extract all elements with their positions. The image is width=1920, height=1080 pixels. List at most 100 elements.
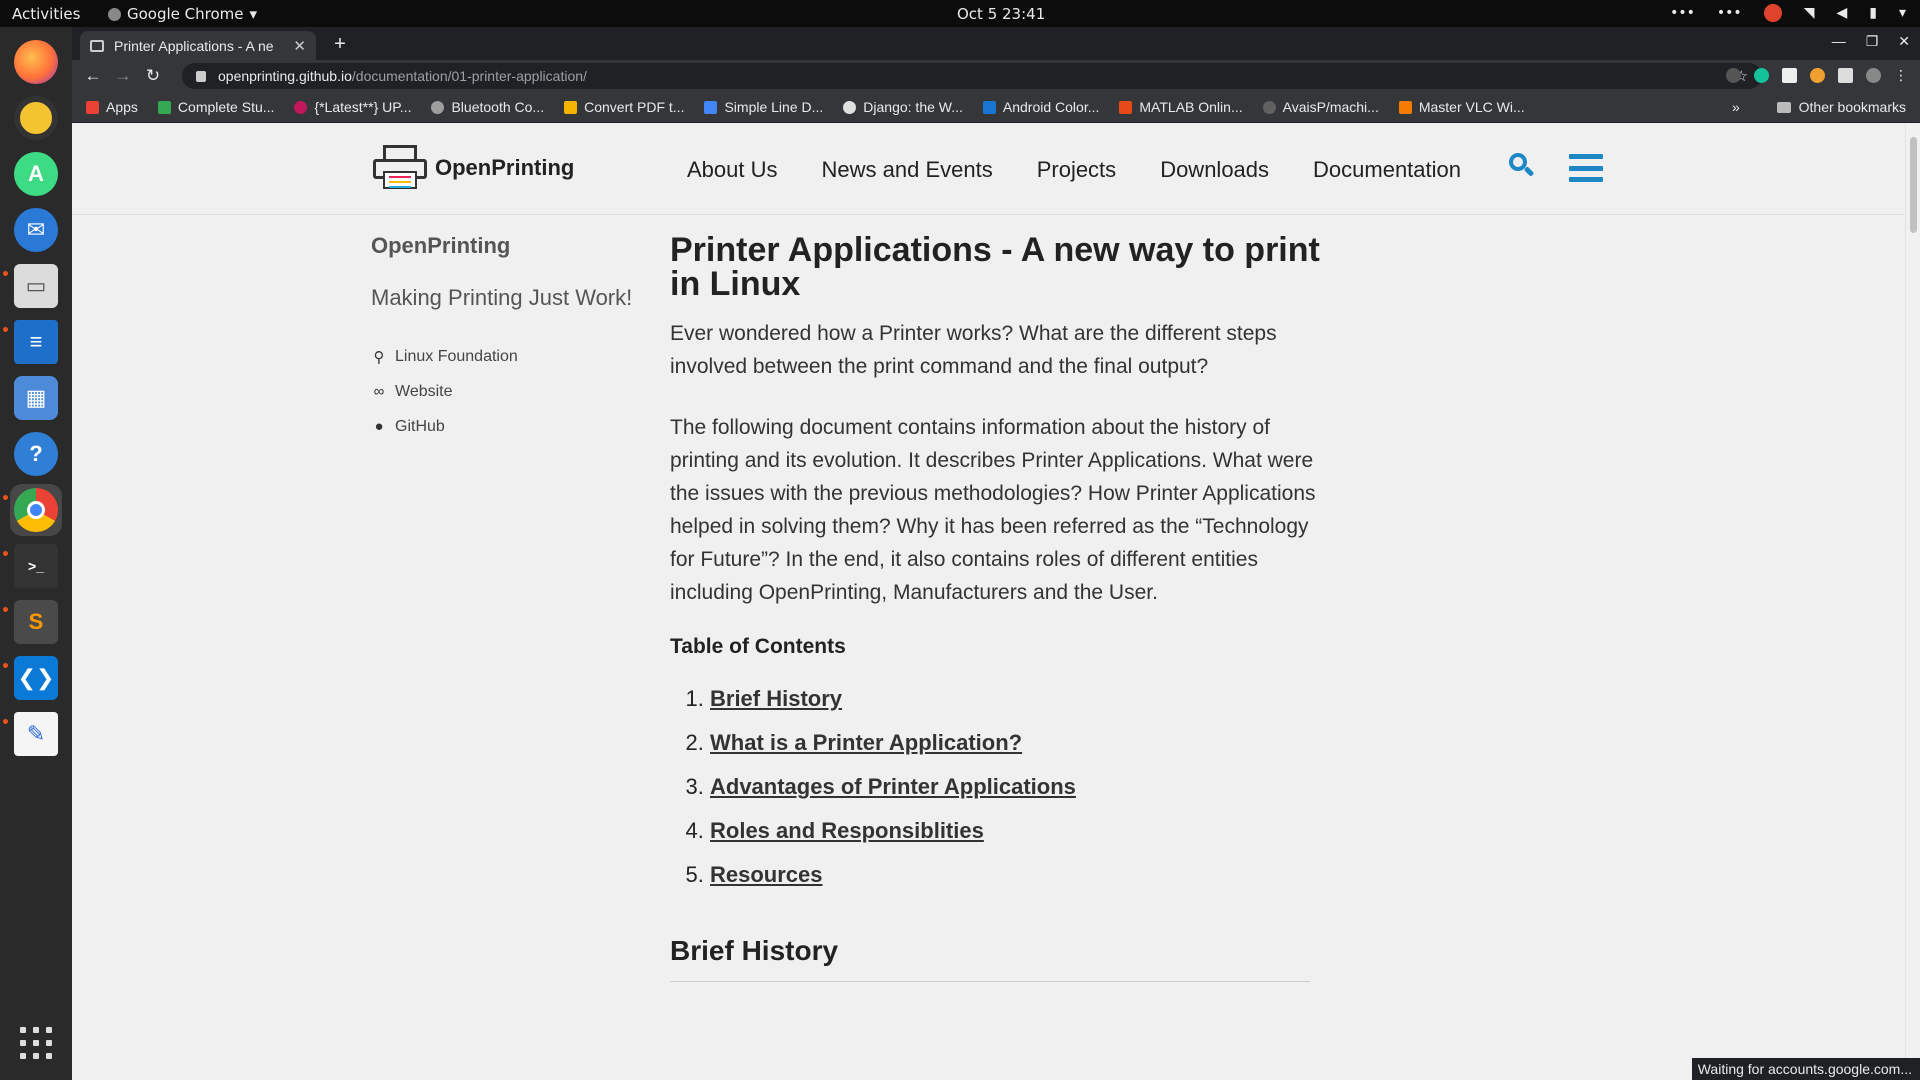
dock-sublime[interactable]: S [10,596,62,648]
nav-news-and-events[interactable]: News and Events [822,157,993,183]
profile-avatar[interactable] [1866,68,1881,83]
toc-link-brief-history[interactable]: Brief History [710,686,842,711]
sidebar-link-website[interactable]: ∞ Website [371,374,651,409]
bookmark-item[interactable]: Simple Line D... [704,99,823,115]
toc-link-roles[interactable]: Roles and Responsiblities [710,818,984,843]
bookmark-item[interactable]: {*Latest**} UP... [294,99,411,115]
bookmark-item[interactable]: Apps [86,99,138,115]
writer-icon: ≡ [14,320,58,364]
clock[interactable]: Oct 5 23:41 [957,5,1045,23]
dock-android-studio[interactable]: A [10,148,62,200]
nav-projects[interactable]: Projects [1037,157,1116,183]
browser-toolbar: ← → ↻ openprinting.github.io /documentat… [72,60,1920,92]
dock-files[interactable]: ▭ [10,260,62,312]
minimize-icon[interactable]: — [1832,33,1846,50]
notification-app-icon[interactable] [1763,4,1782,22]
text-editor-icon: ✎ [14,712,58,756]
bookmark-label: Complete Stu... [177,99,275,115]
sidebar-link-label: GitHub [395,417,445,435]
sidebar-link-github[interactable]: ● GitHub [371,409,651,444]
bookmark-item[interactable]: Complete Stu... [157,99,275,115]
dock-software[interactable]: ▦ [10,372,62,424]
new-tab-button[interactable]: + [328,33,352,56]
puzzle-extensions-icon[interactable] [1838,68,1853,83]
intro-paragraph: Ever wondered how a Printer works? What … [670,322,1277,378]
close-tab-icon[interactable]: ✕ [293,37,306,55]
extension-calendar-icon[interactable] [1782,68,1797,83]
dock-firefox[interactable] [10,36,62,88]
tray-more-icon[interactable]: ••• [1670,5,1695,21]
system-tray[interactable]: ••• ••• ◥ ◀ ▮ ▾ [1670,4,1906,22]
dock-rhythmbox[interactable] [10,92,62,144]
dock-thunderbird[interactable]: ✉ [10,204,62,256]
bookmark-label: Master VLC Wi... [1418,99,1525,115]
power-menu-icon[interactable]: ▾ [1899,5,1906,21]
scrollbar-thumb[interactable] [1910,137,1917,233]
show-applications-icon[interactable] [20,1027,52,1059]
bookmark-item[interactable]: Android Color... [982,99,1099,115]
bookmark-favicon-icon [843,100,857,114]
page-scrollbar[interactable] [1905,123,1920,1080]
forward-icon[interactable]: → [108,66,138,86]
bookmark-favicon-icon [1398,100,1412,114]
other-bookmarks-button[interactable]: Other bookmarks [1776,99,1906,115]
app-menu-label: Google Chrome [127,5,244,23]
app-menu[interactable]: Google Chrome ▾ [108,5,257,23]
dock-help[interactable]: ? [10,428,62,480]
dock-terminal[interactable]: >_ [10,540,62,592]
help-icon: ? [14,432,58,476]
bookmark-favicon-icon [431,100,445,114]
tab-printer-applications[interactable]: Printer Applications - A ne ✕ [80,31,316,60]
terminal-icon: >_ [14,544,58,588]
dock-writer[interactable]: ≡ [10,316,62,368]
rhythmbox-icon [14,96,58,140]
nav-about-us[interactable]: About Us [687,157,778,183]
folder-icon [1776,101,1791,113]
bookmark-item[interactable]: Master VLC Wi... [1398,99,1525,115]
cookie-extension-icon[interactable] [1810,68,1825,83]
bookmark-item[interactable]: MATLAB Onlin... [1119,99,1243,115]
close-window-icon[interactable]: ✕ [1898,33,1910,50]
bookmark-label: Bluetooth Co... [451,99,545,115]
sidebar-link-label: Website [395,382,453,400]
chrome-icon [14,488,58,532]
hamburger-menu-icon[interactable] [1569,154,1603,182]
bookmark-label: Simple Line D... [724,99,824,115]
sidebar: OpenPrinting Making Printing Just Work! … [371,233,651,444]
window-controls: — ❐ ✕ [1832,33,1910,50]
tray-more-icon-2[interactable]: ••• [1717,5,1742,21]
section-divider [670,981,1310,982]
activities-button[interactable]: Activities [12,5,80,23]
grammarly-icon[interactable] [1754,68,1769,83]
bookmarks-overflow-button[interactable]: » [1732,99,1740,115]
search-icon[interactable] [1509,153,1535,179]
chrome-menu-icon[interactable]: ⋮ [1894,67,1908,84]
article: Printer Applications - A new way to prin… [670,233,1320,982]
extension-arrow-icon[interactable] [1726,68,1741,83]
bookmark-favicon-icon [1119,100,1133,114]
bookmark-item[interactable]: Convert PDF t... [564,99,684,115]
sidebar-link-linux-foundation[interactable]: ⚲ Linux Foundation [371,339,651,374]
bookmark-item[interactable]: Bluetooth Co... [431,99,544,115]
toc-link-what-is-printer-application[interactable]: What is a Printer Application? [710,730,1022,755]
description-paragraph: The following document contains informat… [670,416,1316,604]
bookmark-label: MATLAB Onlin... [1139,99,1243,115]
bookmark-favicon-icon [982,100,996,114]
toc-link-resources[interactable]: Resources [710,862,823,887]
back-icon[interactable]: ← [78,66,108,86]
site-logo[interactable]: OpenPrinting [373,145,574,191]
reload-icon[interactable]: ↻ [138,66,168,86]
system-top-bar: Activities Google Chrome ▾ Oct 5 23:41 •… [0,0,1920,27]
nav-downloads[interactable]: Downloads [1160,157,1269,183]
bookmark-item[interactable]: Django: the W... [843,99,963,115]
dock-vscode[interactable]: ❮❯ [10,652,62,704]
address-bar[interactable]: openprinting.github.io /documentation/01… [182,63,1762,89]
bookmark-item[interactable]: AvaisP/machi... [1262,99,1379,115]
dock-text-editor[interactable]: ✎ [10,708,62,760]
maximize-icon[interactable]: ❐ [1866,33,1879,50]
nav-documentation[interactable]: Documentation [1313,157,1461,183]
toc-item: Advantages of Printer Applications [710,765,1320,809]
lock-icon[interactable] [196,70,206,82]
toc-link-advantages[interactable]: Advantages of Printer Applications [710,774,1076,799]
dock-chrome[interactable] [10,484,62,536]
